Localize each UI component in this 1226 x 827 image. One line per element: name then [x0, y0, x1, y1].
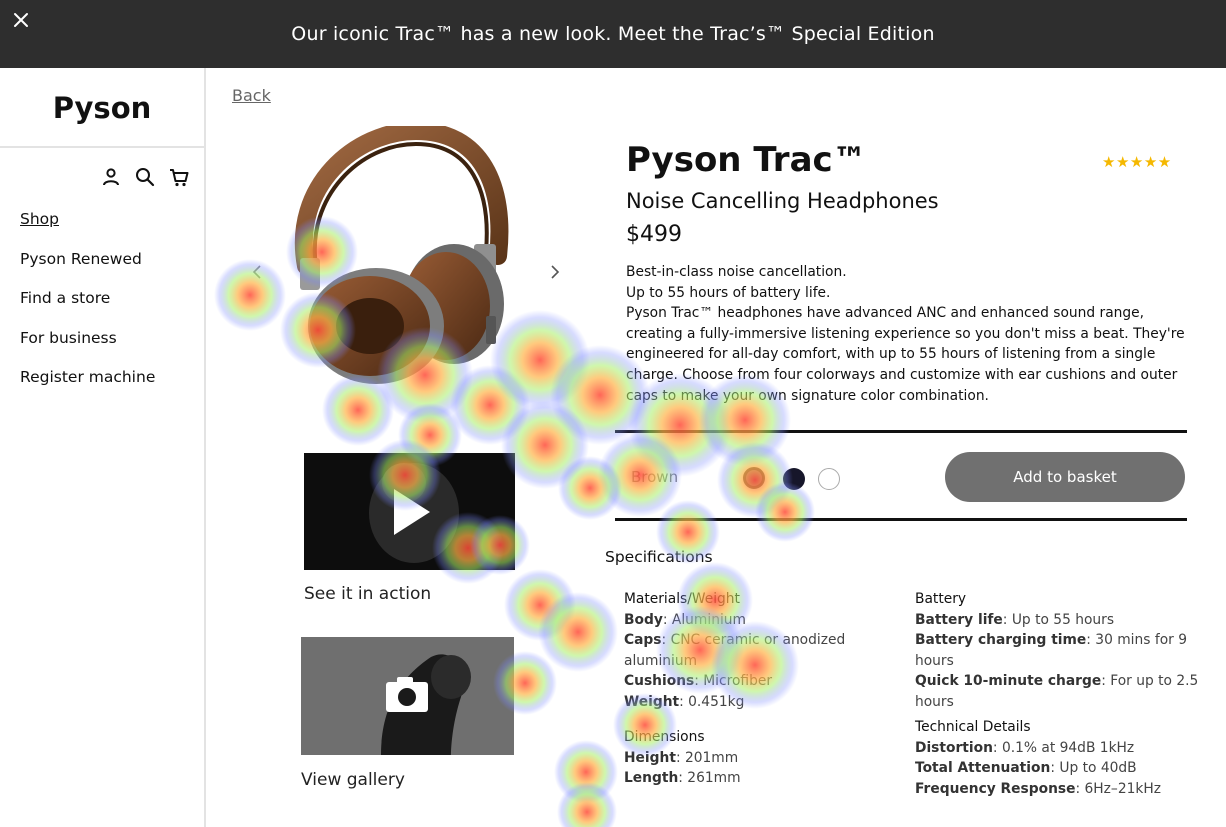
- spec-dimensions: Dimensions Height: 201mm Length: 261mm: [624, 727, 864, 789]
- spec-row: Quick 10-minute charge: For up to 2.5 ho…: [915, 673, 1199, 710]
- rating-stars[interactable]: ★★★★★: [1102, 153, 1172, 171]
- search-icon[interactable]: [134, 166, 156, 188]
- spec-technical-title: Technical Details: [915, 719, 1031, 735]
- user-icon[interactable]: [100, 166, 122, 188]
- description-line: Up to 55 hours of battery life.: [626, 284, 831, 301]
- add-to-basket-button[interactable]: Add to basket: [945, 452, 1185, 502]
- spec-row: Length: 261mm: [624, 770, 741, 787]
- sidebar-item-register[interactable]: Register machine: [20, 368, 155, 408]
- spec-row: Distortion: 0.1% at 94dB 1kHz: [915, 739, 1135, 756]
- product-price: $499: [626, 222, 682, 247]
- specifications-heading: Specifications: [605, 548, 713, 566]
- spec-row: Battery charging time: 30 mins for 9 hou…: [915, 632, 1187, 669]
- spec-row: Body: Aluminium: [624, 611, 746, 628]
- color-swatch-selected[interactable]: [743, 467, 765, 489]
- product-image-headphones: [286, 121, 518, 388]
- video-caption[interactable]: See it in action: [304, 584, 431, 604]
- spec-row: Weight: 0.451kg: [624, 693, 745, 710]
- spec-row: Height: 201mm: [624, 749, 739, 766]
- chevron-left-icon[interactable]: [249, 263, 267, 281]
- back-link[interactable]: Back: [232, 86, 271, 105]
- spec-row: Cushions: Microfiber: [624, 673, 773, 690]
- spec-row: Frequency Response: 6Hz–21kHz: [915, 780, 1161, 797]
- selected-color-label: Brown: [631, 468, 679, 486]
- product-description: Best-in-class noise cancellation. Up to …: [626, 262, 1186, 406]
- divider: [615, 518, 1187, 521]
- product-subtitle: Noise Cancelling Headphones: [626, 189, 939, 213]
- spec-row: Total Attenuation: Up to 40dB: [915, 760, 1137, 777]
- gallery-thumbnail[interactable]: [301, 637, 514, 755]
- banner-text[interactable]: Our iconic Trac™ has a new look. Meet th…: [0, 0, 1226, 68]
- video-thumbnail[interactable]: [304, 453, 515, 570]
- description-line: Best-in-class noise cancellation.: [626, 264, 847, 280]
- spec-battery-title: Battery: [915, 591, 967, 607]
- spec-battery: Battery Battery life: Up to 55 hours Bat…: [915, 589, 1215, 713]
- color-swatch-dark[interactable]: [783, 468, 805, 490]
- sidebar-item-business[interactable]: For business: [20, 329, 155, 369]
- sidebar-item-shop[interactable]: Shop: [20, 210, 155, 250]
- sidebar-item-find-store[interactable]: Find a store: [20, 289, 155, 329]
- chevron-right-icon[interactable]: [545, 263, 563, 281]
- sidebar-item-renewed[interactable]: Pyson Renewed: [20, 250, 155, 290]
- color-swatch-white[interactable]: [818, 468, 840, 490]
- utility-icons: [100, 166, 190, 188]
- cart-icon[interactable]: [168, 166, 190, 188]
- gallery-caption[interactable]: View gallery: [301, 770, 405, 790]
- sidebar-nav: Shop Pyson Renewed Find a store For busi…: [20, 210, 155, 408]
- spec-materials-title: Materials/Weight: [624, 591, 740, 607]
- product-title: Pyson Trac™: [626, 140, 867, 180]
- spec-materials: Materials/Weight Body: Aluminium Caps: C…: [624, 589, 864, 713]
- description-paragraph: Pyson Trac™ headphones have advanced ANC…: [626, 305, 1185, 404]
- spec-row: Battery life: Up to 55 hours: [915, 611, 1115, 628]
- spec-technical: Technical Details Distortion: 0.1% at 94…: [915, 717, 1215, 799]
- spec-row: Caps: CNC ceramic or anodized aluminium: [624, 632, 846, 669]
- spec-dimensions-title: Dimensions: [624, 729, 705, 745]
- brand-logo[interactable]: Pyson: [0, 68, 204, 148]
- divider: [615, 430, 1187, 433]
- sidebar: Pyson Shop Pyson Renewed Find a store Fo…: [0, 68, 206, 827]
- promo-banner: Our iconic Trac™ has a new look. Meet th…: [0, 0, 1226, 68]
